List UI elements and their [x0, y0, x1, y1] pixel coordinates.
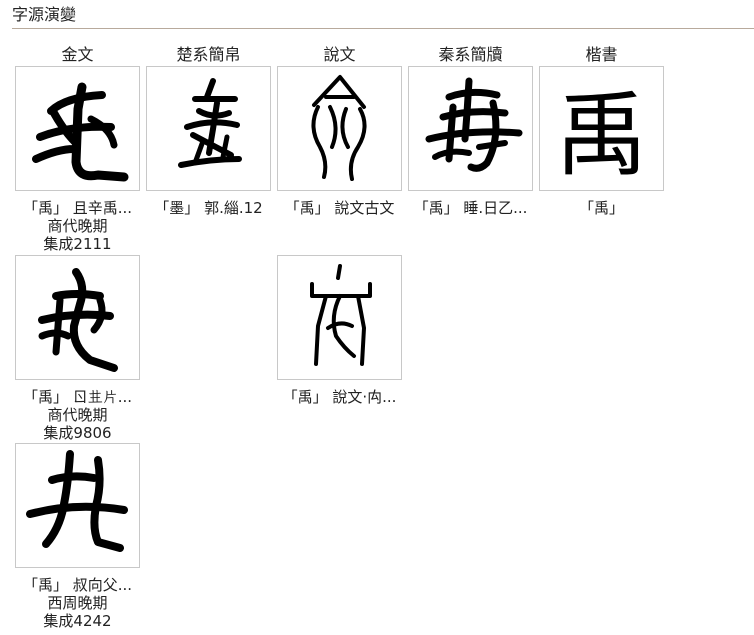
caption-line: 「禹」 睡.日乙...	[413, 199, 528, 217]
bronze-glyph-3-tile[interactable]	[15, 443, 140, 568]
shuowen-seal-glyph-icon	[310, 264, 372, 366]
bronze-glyph-2-caption: 「禹」 ㄖ𠀎片... 商代晚期 集成9806	[15, 388, 140, 442]
bronze-glyph-2-tile[interactable]	[15, 255, 140, 380]
caption-line: 「墨」 郭.緇.12	[154, 199, 263, 217]
bronze-glyph-1-icon	[32, 82, 129, 182]
column-header-shuowen: 說文	[323, 45, 356, 64]
caption-line: 「禹」 叔向父...	[22, 576, 133, 594]
caption-line: 「禹」 且辛禹...	[22, 199, 133, 217]
qin-bamboo-glyph-icon	[425, 77, 523, 172]
section-title: 字源演變	[12, 5, 77, 24]
caption-line: 「禹」 說文‧禸...	[282, 388, 397, 406]
kaishu-glyph-icon: 禹	[555, 82, 647, 189]
chu-bamboo-glyph-icon	[178, 78, 242, 168]
caption-line: 「禹」 ㄖ𠀎片...	[22, 388, 133, 406]
caption-line: 西周晚期	[47, 594, 108, 612]
kaishu-glyph-tile[interactable]: 禹	[539, 66, 664, 191]
column-header-bronze: 金文	[61, 45, 94, 64]
shuowen-guwen-glyph-caption: 「禹」 說文古文	[277, 199, 402, 217]
caption-line: 「禹」	[578, 199, 624, 217]
bronze-glyph-2-icon	[38, 268, 118, 372]
shuowen-seal-glyph-caption: 「禹」 說文‧禸...	[277, 388, 402, 406]
bronze-glyph-3-icon	[26, 450, 128, 552]
column-header-kaishu: 楷書	[585, 45, 618, 64]
chu-bamboo-glyph-tile[interactable]	[146, 66, 271, 191]
title-divider	[12, 28, 754, 29]
shuowen-guwen-glyph-icon	[311, 75, 367, 181]
qin-bamboo-glyph-tile[interactable]	[408, 66, 533, 191]
caption-line: 集成4242	[43, 612, 112, 630]
shuowen-seal-glyph-tile[interactable]	[277, 255, 402, 380]
kaishu-char: 禹	[555, 82, 647, 189]
caption-line: 「禹」 說文古文	[284, 199, 395, 217]
kaishu-glyph-caption: 「禹」	[539, 199, 664, 217]
chu-bamboo-glyph-caption: 「墨」 郭.緇.12	[146, 199, 271, 217]
bronze-glyph-1-caption: 「禹」 且辛禹... 商代晚期 集成2111	[15, 199, 140, 253]
shuowen-guwen-glyph-tile[interactable]	[277, 66, 402, 191]
caption-line: 商代晚期	[47, 406, 108, 424]
caption-line: 商代晚期	[47, 217, 108, 235]
caption-line: 集成2111	[43, 235, 112, 253]
column-header-chu: 楚系簡帛	[176, 45, 241, 64]
caption-line: 集成9806	[43, 424, 112, 442]
bronze-glyph-1-tile[interactable]	[15, 66, 140, 191]
bronze-glyph-3-caption: 「禹」 叔向父... 西周晚期 集成4242	[15, 576, 140, 630]
qin-bamboo-glyph-caption: 「禹」 睡.日乙...	[408, 199, 533, 217]
column-header-qin: 秦系簡牘	[438, 45, 503, 64]
